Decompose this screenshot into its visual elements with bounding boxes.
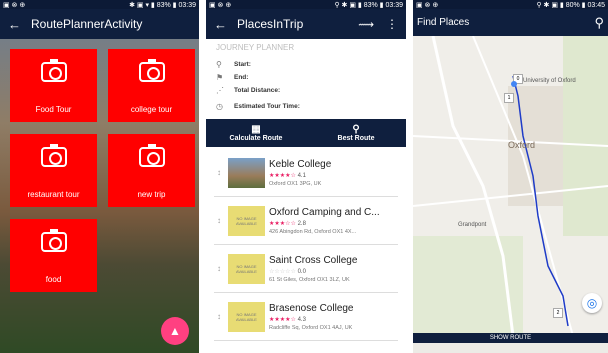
camera-icon (40, 59, 67, 82)
rating-value: 4.3 (297, 316, 306, 323)
place-address: 426 Abingdon Rd, Oxford OX1 4X... (269, 228, 357, 235)
my-location-button[interactable]: ◎ (582, 293, 602, 313)
camera-icon (138, 144, 165, 167)
camera-icon (40, 144, 67, 167)
current-location-dot (511, 81, 517, 87)
no-image-thumbnail: NO IMAGE AVAILABLE (228, 205, 265, 236)
map-label-university: University of Oxford (523, 78, 576, 84)
trip-tile-restaurant-tour[interactable]: restaurant tour (10, 134, 97, 207)
camera-icon (138, 59, 165, 82)
status-right: ⚲ ✱ ▣ ▮ 80% ▮ 03:45 (536, 1, 605, 9)
trip-tile-label: restaurant tour (27, 190, 80, 199)
status-bar: ▣ ⊗ ⊕ ⚲ ✱ ▣ ▮ 83% ▮ 03:39 (206, 0, 406, 9)
no-image-thumbnail: NO IMAGE AVAILABLE (228, 301, 265, 332)
app-bar: ← RoutePlannerActivity (0, 9, 199, 39)
more-menu-icon[interactable]: ⋮ (386, 17, 398, 31)
route-icon[interactable]: ⟿ (358, 18, 374, 31)
place-address: 61 St Giles, Oxford OX1 3LZ, UK (269, 276, 350, 283)
find-places-screen: ▣ ⊗ ⊕ ⚲ ✱ ▣ ▮ 80% ▮ 03:45 Find Places ⚲ … (413, 0, 608, 353)
finish-flag-icon: ⚑ (216, 72, 224, 82)
calculate-route-button[interactable]: ▦ Calculate Route (206, 119, 306, 147)
trip-tile-label: new trip (137, 190, 166, 199)
trip-tile-new-trip[interactable]: new trip (108, 134, 195, 207)
trip-grid: Food Tour college tour restaurant tour n… (0, 39, 199, 353)
map-label-grandpont: Grandpont (458, 222, 487, 228)
map-label-oxford: Oxford (508, 140, 536, 150)
camera-icon (40, 229, 67, 252)
place-name: Brasenose College (269, 302, 354, 314)
navigation-fab[interactable]: ▲ (161, 317, 189, 345)
map-marker-1[interactable]: 1 (504, 93, 514, 103)
map-icon: ▦ (251, 124, 261, 135)
crosshair-icon: ◎ (586, 296, 598, 310)
status-icons-left: ▣ ⊗ ⊕ (209, 1, 232, 9)
rating-value: 2.8 (297, 220, 306, 227)
location-pin-icon: ⚲ (216, 59, 222, 69)
map-marker-2[interactable]: 2 (553, 308, 563, 318)
place-name: Oxford Camping and C... (269, 206, 380, 218)
journey-planner: JOURNEY PLANNER ⚲ Start: ⚑ End: ⋰ Total Dis… (206, 39, 406, 117)
rating-stars: ★★★★☆ (269, 316, 296, 323)
rating-stars: ★★★★☆ (269, 172, 296, 179)
journey-heading: JOURNEY PLANNER (216, 43, 295, 52)
route-planner-screen: ▣ ⊗ ⊕ ✱ ▣ ▾ ▮ 83% ▮ 03:39 ← RoutePlanner… (0, 0, 199, 353)
status-right: ⚲ ✱ ▣ ▮ 83% ▮ 03:39 (334, 1, 403, 9)
no-image-thumbnail: NO IMAGE AVAILABLE (228, 253, 265, 284)
rating-stars: ★★★☆☆ (269, 220, 296, 227)
drag-handle-icon[interactable]: ↕ (214, 168, 224, 177)
places-in-trip-screen: ▣ ⊗ ⊕ ⚲ ✱ ▣ ▮ 83% ▮ 03:39 ← PlacesInTrip… (206, 0, 406, 353)
drag-handle-icon[interactable]: ↕ (214, 216, 224, 225)
page-title: Find Places (417, 17, 470, 28)
trip-tile-food-tour[interactable]: Food Tour (10, 49, 97, 122)
back-arrow-icon[interactable]: ← (8, 17, 21, 32)
search-icon[interactable]: ⚲ (594, 15, 604, 31)
trip-tile-label: college tour (130, 105, 173, 114)
place-name: Keble College (269, 158, 332, 170)
distance-label: Total Distance: (234, 86, 281, 94)
route-actions: ▦ Calculate Route ⚲ Best Route (206, 119, 406, 147)
clock-icon: ◷ (216, 101, 223, 111)
show-route-button[interactable]: SHOW ROUTE (413, 333, 608, 343)
list-item[interactable]: ↕ NO IMAGE AVAILABLE Brasenose College ★… (214, 293, 398, 341)
distance-icon: ⋰ (216, 85, 224, 95)
page-title: PlacesInTrip (237, 17, 304, 31)
status-icons-left: ▣ ⊗ ⊕ (3, 1, 26, 9)
drag-handle-icon[interactable]: ↕ (214, 312, 224, 321)
trip-tile-food[interactable]: food (10, 219, 97, 292)
trip-tile-college-tour[interactable]: college tour (108, 49, 195, 122)
list-item[interactable]: ↕ NO IMAGE AVAILABLE Saint Cross College… (214, 245, 398, 293)
places-list: ↕ Keble College ★★★★☆ 4.1 Oxford OX1 3PG… (206, 147, 406, 343)
rating-value: 4.1 (297, 172, 306, 179)
place-address: Radcliffe Sq, Oxford OX1 4AJ, UK (269, 324, 353, 331)
navigation-icon: ▲ (169, 324, 181, 338)
end-label: End: (234, 73, 249, 81)
rating-stars: ☆☆☆☆☆ (269, 268, 296, 275)
status-right: ✱ ▣ ▾ ▮ 83% ▮ 03:39 (129, 1, 196, 9)
back-arrow-icon[interactable]: ← (214, 17, 227, 32)
rating-value: 0.0 (297, 268, 306, 275)
list-item[interactable]: ↕ NO IMAGE AVAILABLE Oxford Camping and … (214, 197, 398, 245)
app-bar: ← PlacesInTrip ⟿ ⋮ (206, 9, 406, 39)
app-bar: Find Places ⚲ (413, 9, 608, 36)
drag-handle-icon[interactable]: ↕ (214, 264, 224, 273)
place-thumbnail (228, 157, 265, 188)
status-icons-left: ▣ ⊗ ⊕ (416, 1, 439, 9)
page-title: RoutePlannerActivity (31, 17, 143, 31)
status-bar: ▣ ⊗ ⊕ ✱ ▣ ▾ ▮ 83% ▮ 03:39 (0, 0, 199, 9)
list-item[interactable]: ↕ Keble College ★★★★☆ 4.1 Oxford OX1 3PG… (214, 149, 398, 197)
route-icon: ⚲ (352, 124, 360, 135)
trip-tile-label: food (45, 275, 62, 284)
start-label: Start: (234, 60, 251, 68)
trip-tile-label: Food Tour (35, 105, 72, 114)
status-bar: ▣ ⊗ ⊕ ⚲ ✱ ▣ ▮ 80% ▮ 03:45 (413, 0, 608, 9)
map-view[interactable]: University of Oxford Oxford Grandpont 0 … (413, 36, 608, 343)
place-name: Saint Cross College (269, 254, 358, 266)
best-route-button[interactable]: ⚲ Best Route (306, 119, 406, 147)
time-label: Estimated Tour Time: (234, 102, 300, 110)
place-address: Oxford OX1 3PG, UK (269, 180, 322, 187)
